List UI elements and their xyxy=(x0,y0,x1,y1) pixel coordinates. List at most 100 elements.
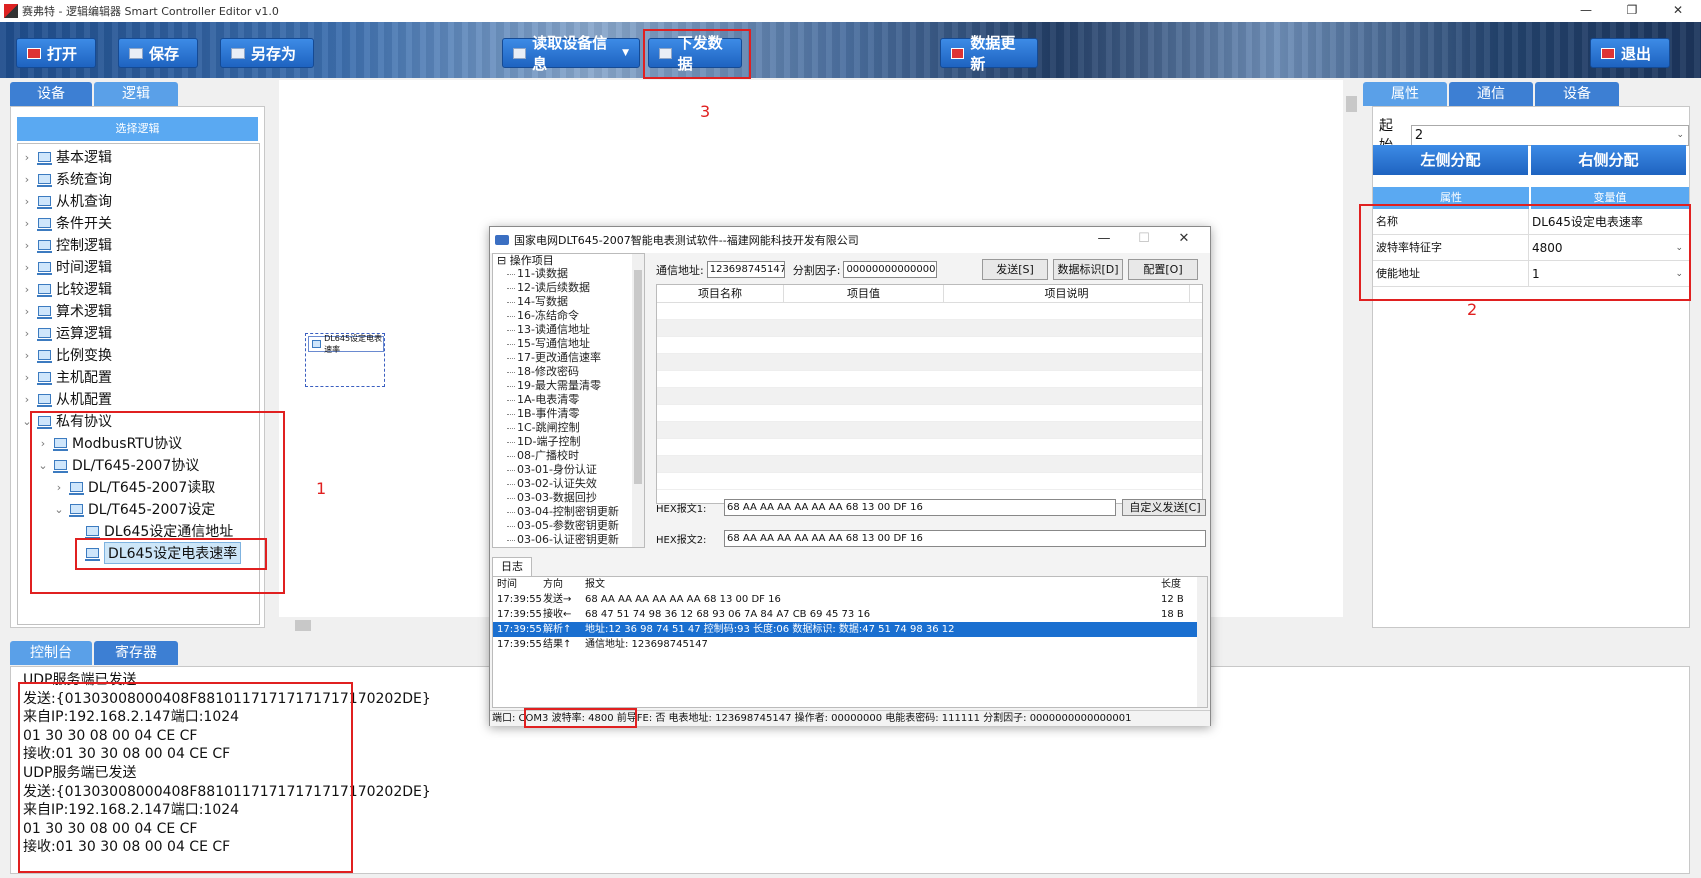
save-button[interactable]: 保存 xyxy=(118,38,198,68)
hex2-input[interactable]: 68 AA AA AA AA AA AA 68 13 00 DF 16 xyxy=(724,530,1206,547)
operation-item[interactable]: 03-01-身份认证 xyxy=(493,463,644,477)
operation-item[interactable]: 12-读后续数据 xyxy=(493,281,644,295)
grid-row[interactable] xyxy=(657,320,1202,337)
grid-row[interactable] xyxy=(657,371,1202,388)
chevron-right-icon[interactable]: › xyxy=(20,283,34,296)
log-row[interactable]: 17:39:55 接收← 68 47 51 74 98 36 12 68 93 06… xyxy=(493,607,1207,622)
chevron-right-icon[interactable]: › xyxy=(20,195,34,208)
custom-send-button[interactable]: 自定义发送[C] xyxy=(1122,499,1206,516)
tab-logic[interactable]: 逻辑 xyxy=(94,82,178,106)
tree-item[interactable]: › 条件开关 xyxy=(18,212,259,234)
scroll-thumb[interactable] xyxy=(1346,96,1357,112)
tree-item[interactable]: › 主机配置 xyxy=(18,366,259,388)
hex1-input[interactable]: 68 AA AA AA AA AA AA 68 13 00 DF 16 xyxy=(724,499,1116,516)
operation-item[interactable]: 13-读通信地址 xyxy=(493,323,644,337)
chevron-right-icon[interactable]: › xyxy=(20,261,34,274)
tab-properties[interactable]: 属性 xyxy=(1363,82,1447,106)
start-select[interactable]: 2 ⌄ xyxy=(1410,124,1689,146)
grid-row[interactable] xyxy=(657,456,1202,473)
data-id-button[interactable]: 数据标识[D] xyxy=(1053,259,1123,280)
operation-item[interactable]: 11-读数据 xyxy=(493,267,644,281)
exit-button[interactable]: 退出 xyxy=(1590,38,1670,68)
operation-tree-scrollbar[interactable] xyxy=(632,254,644,547)
close-icon[interactable]: ✕ xyxy=(1164,227,1204,251)
operation-item[interactable]: 1B-事件清零 xyxy=(493,407,644,421)
chevron-right-icon[interactable]: › xyxy=(20,327,34,340)
computer-icon xyxy=(312,340,322,348)
config-button[interactable]: 配置[O] xyxy=(1128,259,1198,280)
tree-item[interactable]: › 从机查询 xyxy=(18,190,259,212)
tree-item[interactable]: › 比例变换 xyxy=(18,344,259,366)
operation-item[interactable]: 03-02-认证失效 xyxy=(493,477,644,491)
tree-item[interactable]: › 算术逻辑 xyxy=(18,300,259,322)
factor-input[interactable]: 0000000000000001 xyxy=(843,261,938,278)
log-scrollbar[interactable] xyxy=(1197,577,1207,707)
tab-communication[interactable]: 通信 xyxy=(1449,82,1533,106)
operation-item[interactable]: 19-最大需量清零 xyxy=(493,379,644,393)
log-row[interactable]: 17:39:55 发送→ 68 AA AA AA AA AA AA 68 13 00… xyxy=(493,592,1207,607)
send-button[interactable]: 发送[S] xyxy=(982,259,1048,280)
chevron-right-icon[interactable]: › xyxy=(20,217,34,230)
chevron-right-icon[interactable]: › xyxy=(20,173,34,186)
chevron-right-icon[interactable]: › xyxy=(20,393,34,406)
chevron-right-icon[interactable]: › xyxy=(20,371,34,384)
update-data-button[interactable]: 数据更新 xyxy=(940,34,1038,73)
minimize-icon[interactable]: — xyxy=(1563,0,1609,22)
operation-item[interactable]: 1D-端子控制 xyxy=(493,435,644,449)
tree-item[interactable]: › 基本逻辑 xyxy=(18,146,259,168)
canvas-logic-node[interactable]: DL645设定电表速率 xyxy=(305,333,385,387)
chevron-right-icon[interactable]: › xyxy=(20,349,34,362)
canvas-vertical-scrollbar[interactable] xyxy=(1343,80,1360,625)
tree-item[interactable]: › 时间逻辑 xyxy=(18,256,259,278)
operation-item[interactable]: 16-冻结命令 xyxy=(493,309,644,323)
operation-item[interactable]: 03-04-控制密钥更新 xyxy=(493,505,644,519)
scroll-thumb[interactable] xyxy=(634,270,642,484)
grid-row[interactable] xyxy=(657,303,1202,320)
grid-row[interactable] xyxy=(657,388,1202,405)
scroll-thumb[interactable] xyxy=(295,620,311,631)
left-assign-button[interactable]: 左侧分配 xyxy=(1373,145,1528,175)
operation-item[interactable]: 03-05-参数密钥更新 xyxy=(493,519,644,533)
tab-log[interactable]: 日志 xyxy=(492,557,532,576)
close-icon[interactable]: ✕ xyxy=(1655,0,1701,22)
tab-console[interactable]: 控制台 xyxy=(10,641,92,665)
minimize-icon[interactable]: — xyxy=(1084,227,1124,251)
maximize-icon[interactable]: ☐ xyxy=(1124,227,1164,251)
grid-row[interactable] xyxy=(657,354,1202,371)
tree-item[interactable]: › 系统查询 xyxy=(18,168,259,190)
log-row[interactable]: 17:39:55 结果↑ 通信地址: 123698745147 xyxy=(493,637,1207,652)
operation-item[interactable]: 1A-电表清零 xyxy=(493,393,644,407)
chevron-right-icon[interactable]: › xyxy=(20,239,34,252)
operation-item[interactable]: 17-更改通信速率 xyxy=(493,351,644,365)
operation-item[interactable]: 1C-跳闸控制 xyxy=(493,421,644,435)
chevron-right-icon[interactable]: › xyxy=(20,305,34,318)
operation-item[interactable]: 15-写通信地址 xyxy=(493,337,644,351)
operation-item[interactable]: 03-03-数据回抄 xyxy=(493,491,644,505)
operation-tree-root[interactable]: ⊟ 操作项目 xyxy=(493,254,644,267)
tree-item[interactable]: › 控制逻辑 xyxy=(18,234,259,256)
grid-row[interactable] xyxy=(657,337,1202,354)
tree-item[interactable]: › 比较逻辑 xyxy=(18,278,259,300)
grid-row[interactable] xyxy=(657,422,1202,439)
save-as-button[interactable]: 另存为 xyxy=(220,38,314,68)
open-button[interactable]: 打开 xyxy=(16,38,96,68)
operation-item[interactable]: 14-写数据 xyxy=(493,295,644,309)
read-device-button[interactable]: 读取设备信息 ▼ xyxy=(502,34,640,73)
tree-item[interactable]: › 从机配置 xyxy=(18,388,259,410)
chevron-right-icon[interactable]: › xyxy=(20,151,34,164)
tab-device-right[interactable]: 设备 xyxy=(1535,82,1619,106)
tab-registers[interactable]: 寄存器 xyxy=(94,641,178,665)
right-assign-button[interactable]: 右侧分配 xyxy=(1531,145,1686,175)
restore-icon[interactable]: ❐ xyxy=(1609,0,1655,22)
log-row[interactable]: 17:39:55 解析↑ 地址:12 36 98 74 51 47 控制码:93 长… xyxy=(493,622,1207,637)
grid-row[interactable] xyxy=(657,473,1202,490)
operation-item[interactable]: 18-修改密码 xyxy=(493,365,644,379)
operation-item[interactable]: 03-06-认证密钥更新 xyxy=(493,533,644,547)
address-input[interactable]: 123698745147 xyxy=(706,261,785,278)
grid-row[interactable] xyxy=(657,439,1202,456)
tab-device[interactable]: 设备 xyxy=(10,82,92,106)
grid-row[interactable] xyxy=(657,405,1202,422)
operation-item[interactable]: 08-广播校时 xyxy=(493,449,644,463)
log-cell-msg: 68 47 51 74 98 36 12 68 93 06 7A 84 A7 C… xyxy=(585,609,871,620)
tree-item[interactable]: › 运算逻辑 xyxy=(18,322,259,344)
